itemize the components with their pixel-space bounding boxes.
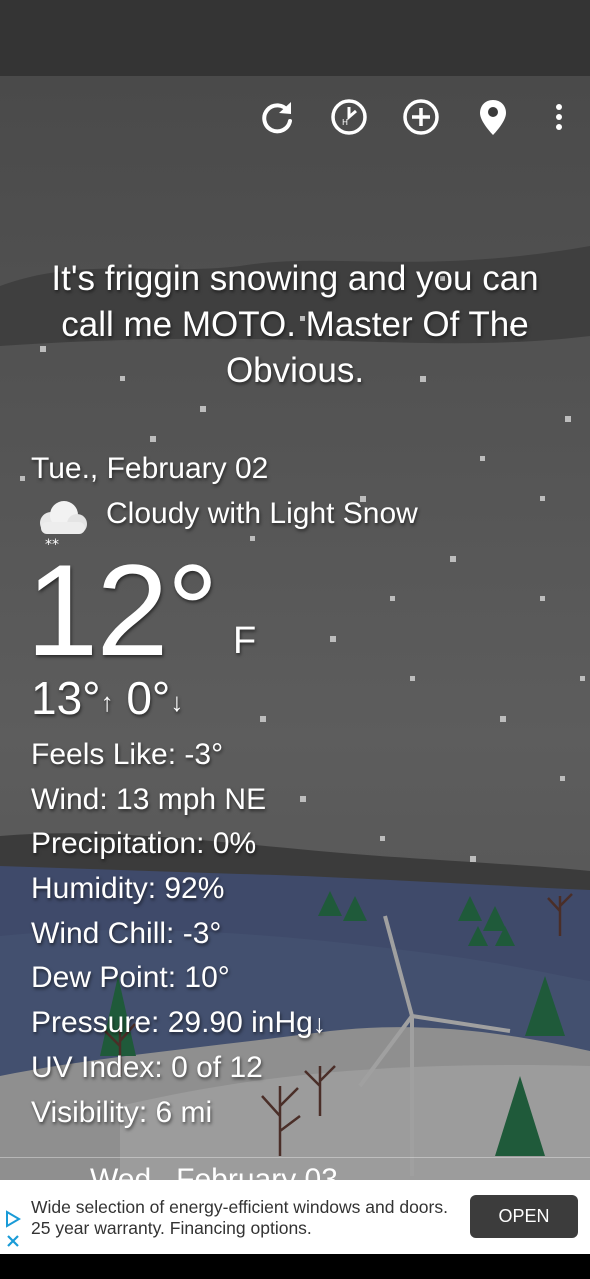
ad-banner[interactable]: Wide selection of energy-efficient windo…: [0, 1180, 590, 1254]
humidity: Humidity: 92%: [31, 872, 225, 906]
visibility: Visibility: 6 mi: [31, 1095, 213, 1129]
add-circle-icon: [403, 99, 439, 135]
close-icon[interactable]: [4, 1232, 22, 1250]
refresh-button[interactable]: [254, 94, 300, 140]
clock-h-icon: H: [331, 99, 367, 135]
wind-chill: Wind Chill: -3°: [31, 916, 222, 950]
ad-text[interactable]: Wide selection of energy-efficient windo…: [31, 1197, 461, 1239]
pressure-value: Pressure: 29.90 inHg: [31, 1006, 313, 1040]
arrow-down-icon: ↓: [312, 1008, 326, 1039]
divider: [0, 1157, 590, 1158]
feels-like: Feels Like: -3°: [31, 738, 224, 771]
svg-text:H: H: [342, 118, 348, 127]
wind: Wind: 13 mph NE: [31, 782, 267, 816]
add-location-button[interactable]: [398, 94, 444, 140]
navigation-bar: [0, 1254, 590, 1279]
location-pin-icon: [480, 100, 506, 135]
temperature-unit: F: [233, 620, 257, 662]
current-temperature: 12°: [26, 537, 219, 683]
adchoices-icon[interactable]: [4, 1210, 22, 1228]
ad-open-button[interactable]: OPEN: [470, 1195, 578, 1238]
uv-index: UV Index: 0 of 12: [31, 1050, 263, 1084]
history-button[interactable]: H: [326, 94, 372, 140]
forecast-date: Tue., February 02: [31, 452, 269, 485]
condition-label: Cloudy with Light Snow: [106, 497, 418, 530]
dew-point: Dew Point: 10°: [31, 961, 230, 995]
location-button[interactable]: [470, 94, 516, 140]
weather-details: Feels Like: -3° Wind: 13 mph NE Precipit…: [31, 733, 326, 1135]
status-bar: [0, 0, 590, 76]
arrow-down-icon: ↓: [170, 686, 184, 717]
refresh-icon: [262, 102, 292, 134]
more-menu-button[interactable]: [534, 94, 580, 140]
weather-message: It's friggin snowing and you can call me…: [51, 259, 539, 390]
precipitation: Precipitation: 0%: [31, 827, 257, 861]
pressure: Pressure: 29.90 inHg↓: [31, 1001, 326, 1046]
high-low: 13°↑ 0°↓: [31, 670, 183, 730]
high-temp: 13°: [31, 672, 101, 724]
more-vert-icon: [556, 104, 562, 130]
low-temp: 0°: [126, 672, 171, 724]
next-day-date[interactable]: Wed., February 03: [90, 1160, 338, 1180]
arrow-up-icon: ↑: [100, 686, 114, 717]
